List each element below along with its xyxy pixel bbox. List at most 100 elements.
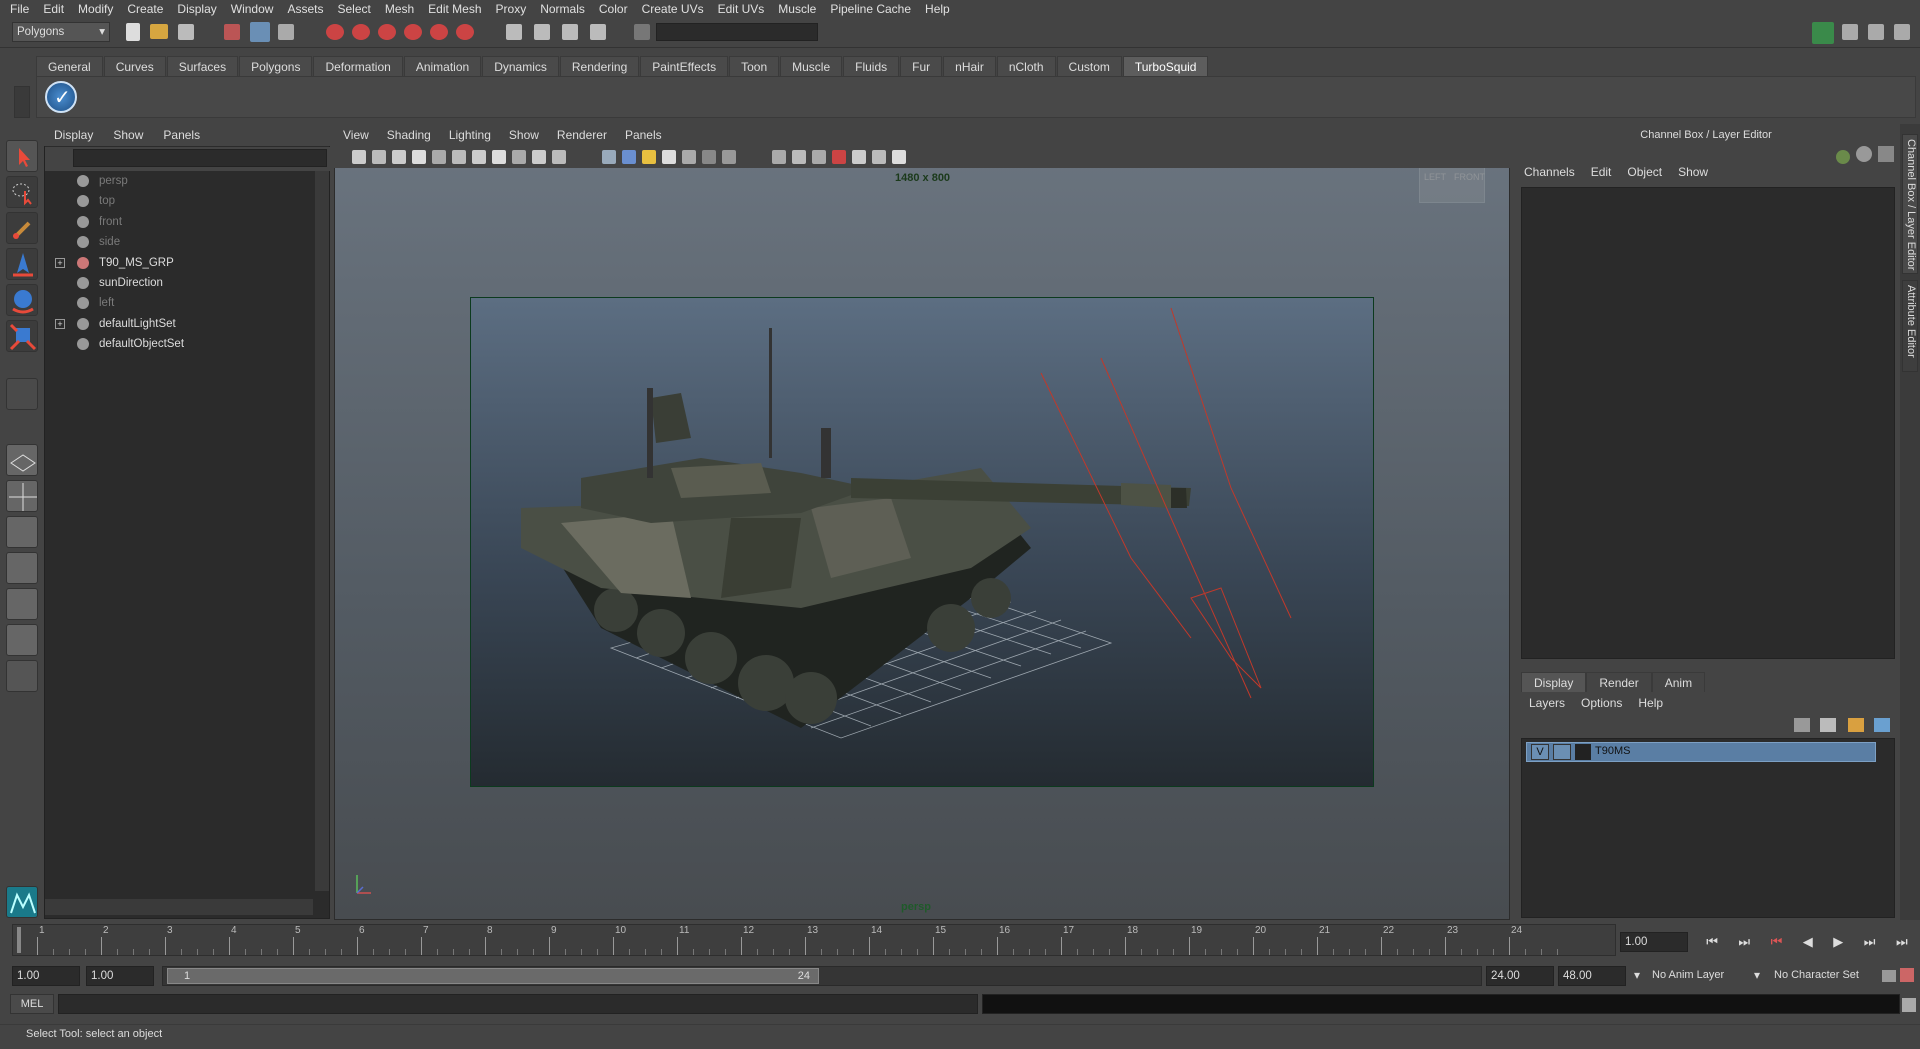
show-modeling-toolkit-icon[interactable] [1812, 22, 1834, 44]
outliner-vertical-scrollbar[interactable] [315, 171, 329, 891]
paint-select-tool-icon[interactable] [6, 212, 38, 244]
render-view-icon[interactable] [534, 24, 550, 40]
outliner-filter-input[interactable] [73, 149, 327, 167]
step-back-frame-icon[interactable]: ⏭ [1738, 934, 1750, 950]
layer-visibility-toggle[interactable]: V [1531, 744, 1549, 760]
shelf-tab-painteffects[interactable]: PaintEffects [640, 56, 729, 76]
persp-graph-layout-icon[interactable] [6, 552, 38, 584]
outliner-menu-show[interactable]: Show [103, 128, 153, 142]
scale-tool-icon[interactable] [6, 320, 38, 352]
viewport-menu-panels[interactable]: Panels [616, 128, 671, 142]
shelf-tab-deformation[interactable]: Deformation [313, 56, 403, 76]
range-slider-handle[interactable]: 1 24 [167, 968, 819, 984]
viewport-menu-show[interactable]: Show [500, 128, 548, 142]
new-layer-icon[interactable] [1794, 718, 1810, 732]
menu-proxy[interactable]: Proxy [490, 0, 535, 18]
select-component-icon[interactable] [278, 24, 294, 40]
current-frame-field[interactable]: 1.00 [1620, 932, 1688, 952]
channel-box-menu-edit[interactable]: Edit [1583, 165, 1620, 179]
menu-create-uvs[interactable]: Create UVs [636, 0, 712, 18]
grid-icon[interactable] [432, 150, 446, 164]
xray-joints-icon[interactable] [872, 150, 886, 164]
menu-edit-mesh[interactable]: Edit Mesh [422, 0, 489, 18]
layer-template-toggle[interactable] [1553, 744, 1571, 760]
rotate-tool-icon[interactable] [6, 284, 38, 316]
select-object-icon[interactable] [250, 22, 270, 42]
render-settings-icon[interactable] [506, 24, 522, 40]
select-tool-icon[interactable] [6, 140, 38, 172]
outliner-item[interactable]: + defaultLightSet [45, 314, 313, 334]
channel-box-key-icon[interactable] [1836, 150, 1850, 164]
hypershade-layout-icon[interactable] [6, 588, 38, 620]
shelf-tab-fur[interactable]: Fur [900, 56, 943, 76]
layer-menu-layers[interactable]: Layers [1521, 696, 1573, 710]
step-forward-key-icon[interactable]: ⏭ [1864, 934, 1876, 950]
menu-edit[interactable]: Edit [37, 0, 72, 18]
channel-box-menu-channels[interactable]: Channels [1516, 165, 1583, 179]
outliner-item[interactable]: top [45, 191, 313, 211]
input-line-icon[interactable] [634, 24, 650, 40]
shelf-tab-ncloth[interactable]: nCloth [996, 56, 1056, 76]
safe-action-icon[interactable] [532, 150, 546, 164]
outliner-item[interactable]: side [45, 232, 313, 252]
layer-menu-help[interactable]: Help [1630, 696, 1671, 710]
playback-start-field[interactable]: 1.00 [86, 966, 154, 986]
graph-layout-icon[interactable] [6, 624, 38, 656]
custom-layout-icon[interactable] [6, 660, 38, 692]
shelf-tab-rendering[interactable]: Rendering [559, 56, 640, 76]
menu-assets[interactable]: Assets [281, 0, 331, 18]
range-slider-track[interactable]: 1 24 [162, 966, 1482, 986]
shelf-tab-curves[interactable]: Curves [103, 56, 166, 76]
shelf-tab-custom[interactable]: Custom [1056, 56, 1122, 76]
render-globals-icon[interactable] [590, 24, 606, 40]
wireframe-icon[interactable] [602, 150, 616, 164]
anim-layer-selector[interactable]: No Anim Layer [1652, 969, 1724, 981]
field-chart-icon[interactable] [512, 150, 526, 164]
snap-plane-icon[interactable] [404, 24, 422, 40]
outliner-persp-layout-icon[interactable] [6, 516, 38, 548]
channel-box-area[interactable] [1521, 187, 1895, 659]
menu-muscle[interactable]: Muscle [772, 0, 824, 18]
play-forwards-icon[interactable]: ▶ [1833, 934, 1843, 950]
channel-box-pin-icon[interactable] [1878, 146, 1894, 162]
layer-tab-display[interactable]: Display [1521, 672, 1587, 692]
isolate-select-icon[interactable] [832, 150, 846, 164]
tab-channel-box[interactable]: Channel Box / Layer Editor [1902, 134, 1918, 274]
shelf-menu-handle[interactable] [14, 86, 30, 118]
outliner-item[interactable]: left [45, 293, 313, 313]
snap-live-icon[interactable] [456, 24, 474, 40]
camera-attributes-icon[interactable] [372, 150, 386, 164]
play-backwards-icon[interactable]: ◀ [1803, 934, 1813, 950]
bookmarks-icon[interactable] [392, 150, 406, 164]
viewport-menu-renderer[interactable]: Renderer [548, 128, 616, 142]
snap-grid-icon[interactable] [326, 24, 344, 40]
four-view-layout-icon[interactable] [6, 480, 38, 512]
mel-language-toggle[interactable]: MEL [10, 994, 54, 1014]
tab-attribute-editor[interactable]: Attribute Editor [1902, 280, 1918, 372]
layer-row[interactable]: V T90MS [1526, 742, 1876, 762]
outliner-menu-panels[interactable]: Panels [153, 128, 210, 142]
last-tool-slot[interactable] [6, 378, 38, 410]
script-editor-icon[interactable] [1902, 998, 1916, 1012]
mode-selector[interactable]: Polygons ▾ [12, 22, 110, 42]
layer-move-down-icon[interactable] [1874, 718, 1890, 732]
channel-box-icon[interactable] [1894, 24, 1910, 40]
shelf-tab-toon[interactable]: Toon [729, 56, 780, 76]
snap-curve-icon[interactable] [352, 24, 370, 40]
use-all-lights-icon[interactable] [682, 150, 696, 164]
menu-normals[interactable]: Normals [534, 0, 593, 18]
playback-end-field[interactable]: 24.00 [1486, 966, 1554, 986]
layer-tab-render[interactable]: Render [1586, 672, 1652, 692]
shelf-tab-fluids[interactable]: Fluids [843, 56, 900, 76]
menu-modify[interactable]: Modify [72, 0, 121, 18]
viewport-menu-lighting[interactable]: Lighting [440, 128, 500, 142]
viewport-menu-shading[interactable]: Shading [378, 128, 440, 142]
outliner-item[interactable]: front [45, 212, 313, 232]
layer-move-up-icon[interactable] [1848, 718, 1864, 732]
channel-box-menu-show[interactable]: Show [1670, 165, 1716, 179]
channel-box-menu-object[interactable]: Object [1619, 165, 1670, 179]
resolution-gate-icon[interactable] [472, 150, 486, 164]
safe-title-icon[interactable] [552, 150, 566, 164]
turbosquid-checkmate-icon[interactable]: ✓ [45, 81, 77, 113]
menu-file[interactable]: File [4, 0, 37, 18]
